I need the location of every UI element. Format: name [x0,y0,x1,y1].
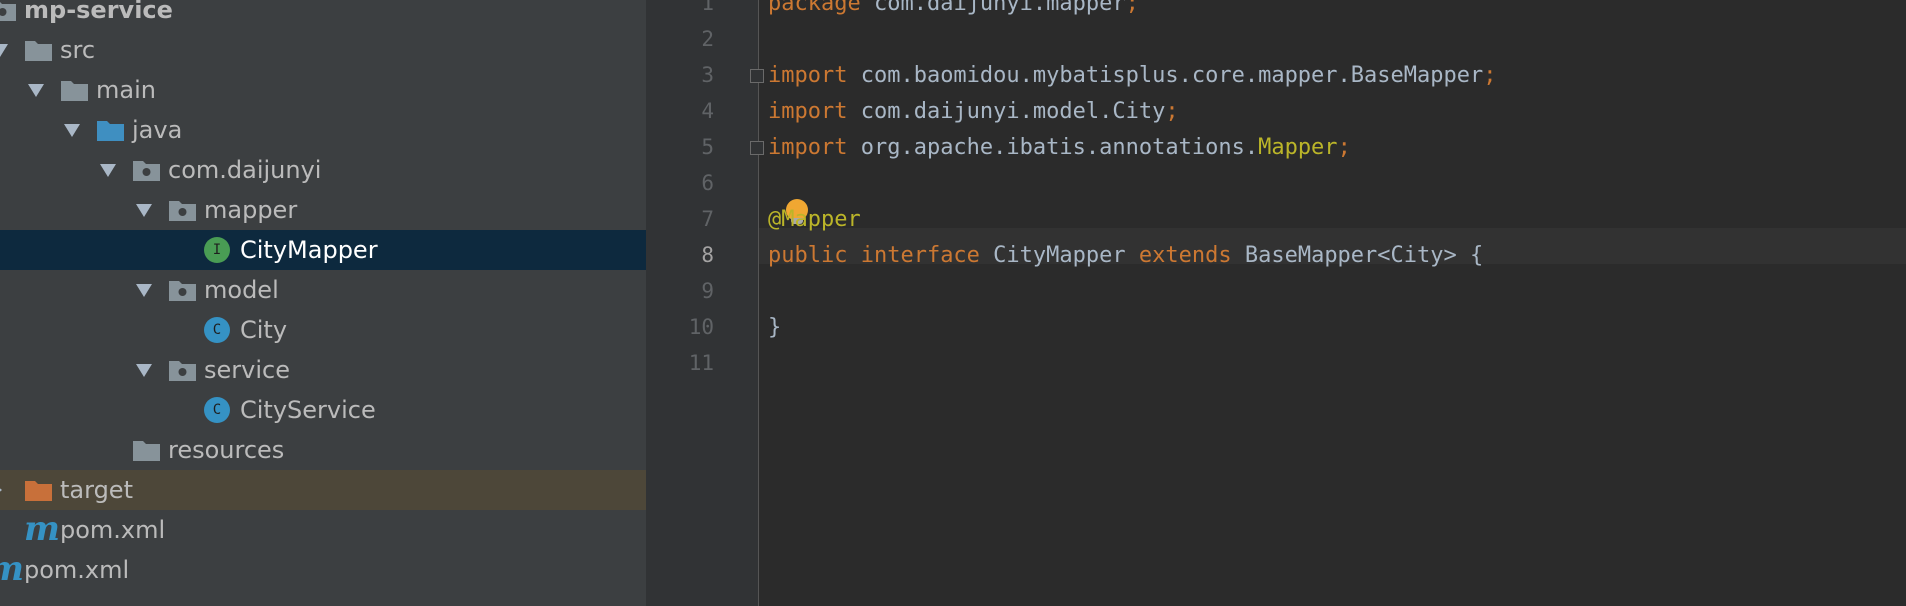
tree-item-city[interactable]: C City [0,310,646,350]
line-number: 4 [701,99,714,123]
code-token: BaseMapper<City> { [1244,242,1484,268]
tree-item-label: com.daijunyi [168,156,322,184]
tree-item-label: model [204,276,279,304]
class-icon: C [204,397,230,423]
code-line[interactable]: import com.daijunyi.model.City; [768,93,1179,129]
folder-icon [132,438,161,462]
code-token: ; [1337,134,1351,160]
line-number: 3 [701,63,714,87]
line-number: 11 [688,351,714,375]
code-token: import [768,62,861,88]
line-number: 8 [701,243,714,267]
tree-item-target[interactable]: target [0,470,646,510]
tree-item-src[interactable]: src [0,30,646,70]
code-token: @Mapper [768,206,861,232]
tree-item-resources[interactable]: resources [0,430,646,470]
code-token: import [768,134,861,160]
tree-item-label: CityMapper [240,236,378,264]
chevron-down-icon[interactable] [100,164,116,177]
code-token: package [768,0,874,16]
maven-icon: m [0,552,24,586]
folder-icon [24,38,53,62]
code-line[interactable]: import org.apache.ibatis.annotations. Map… [768,129,1351,165]
source-root-folder-icon [96,118,125,142]
tree-item-service[interactable]: service [0,350,646,390]
chevron-down-icon[interactable] [28,84,44,97]
chevron-down-icon[interactable] [136,284,152,297]
excluded-folder-icon [24,478,53,502]
tree-item-label: service [204,356,290,384]
tree-item-model[interactable]: model [0,270,646,310]
package-icon [168,278,197,302]
tree-item-label: target [60,476,133,504]
code-line[interactable]: } [768,309,781,345]
code-line[interactable]: import com.baomidou.mybatisplus.core.map… [768,57,1497,93]
tree-item-label: java [132,116,183,144]
interface-icon: I [204,237,230,263]
project-tree: mp-service src main java com.daijunyi mapper I… [0,0,646,606]
chevron-down-icon[interactable] [136,204,152,217]
tree-item-label: CityService [240,396,376,424]
chevron-down-icon[interactable] [136,364,152,377]
code-token: org.apache.ibatis.annotations. [860,134,1259,160]
line-number: 10 [688,315,714,339]
code-line[interactable]: public interface CityMapper extends Base… [768,237,1483,273]
tree-item-label: src [60,36,96,64]
code-line[interactable]: @Mapper [768,201,861,237]
code-token: com.daijunyi.model.City [860,98,1166,124]
package-icon [168,198,197,222]
chevron-down-icon[interactable] [0,44,8,57]
code-token: extends [1138,242,1245,268]
line-number: 2 [701,27,714,51]
module-folder-icon [0,0,17,22]
tree-item-cityservice[interactable]: C CityService [0,390,646,430]
tree-item-label: mapper [204,196,298,224]
tree-item-pom-xml[interactable]: mpom.xml [0,510,646,550]
code-token: Mapper [1258,134,1338,160]
line-number: 6 [701,171,714,195]
tree-item-java[interactable]: java [0,110,646,150]
tree-item-label: pom.xml [24,556,130,584]
code-token: import [768,98,861,124]
tree-item-main[interactable]: main [0,70,646,110]
line-number: 9 [701,279,714,303]
code-token: com.daijunyi.mapper [873,0,1126,16]
tree-item-label: main [96,76,156,104]
tree-item-citymapper[interactable]: I CityMapper [0,230,646,270]
code-editor[interactable]: package com.daijunyi.mapper; import com.b… [759,0,1906,606]
tree-item-com-daijunyi[interactable]: com.daijunyi [0,150,646,190]
folder-icon [60,78,89,102]
tree-item-label: resources [168,436,285,464]
line-number: 5 [701,135,714,159]
line-number: 1 [701,0,714,15]
tree-item-label: pom.xml [60,516,166,544]
tree-item-mp-service[interactable]: mp-service [0,0,646,30]
code-token: ; [1483,62,1497,88]
tree-item-pom-xml[interactable]: mpom.xml [0,550,646,590]
code-token: ; [1125,0,1139,16]
code-line[interactable]: package com.daijunyi.mapper; [768,0,1139,21]
code-token: CityMapper [993,242,1139,268]
code-token: ; [1165,98,1179,124]
code-token: interface [860,242,994,268]
tree-item-mapper[interactable]: mapper [0,190,646,230]
tree-item-label: City [240,316,288,344]
package-icon [132,158,161,182]
code-token: com.baomidou.mybatisplus.core.mapper.Bas… [860,62,1484,88]
class-icon: C [204,317,230,343]
code-token: } [768,314,782,340]
line-number: 7 [701,207,714,231]
chevron-right-icon[interactable] [0,482,2,498]
tree-item-label: mp-service [24,0,173,24]
package-icon [168,358,197,382]
editor-gutter: 1 2 3 4 5 6 7 8 9 10 11 [646,0,764,606]
code-token: public [768,242,861,268]
maven-icon: m [24,509,60,549]
chevron-down-icon[interactable] [64,124,80,137]
